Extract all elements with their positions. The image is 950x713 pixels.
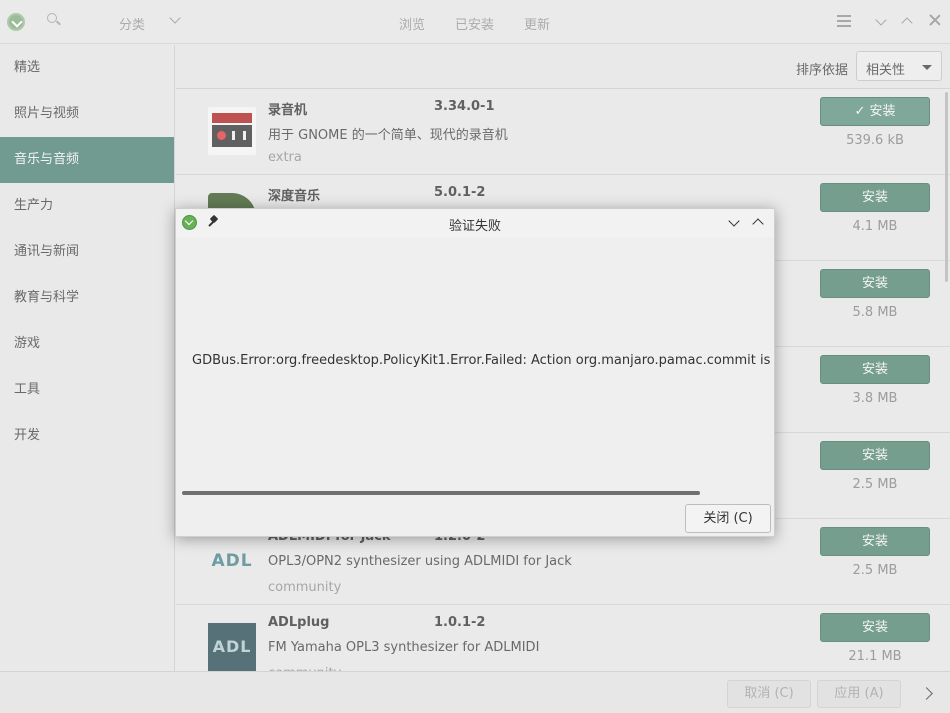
error-message: GDBus.Error:org.freedesktop.PolicyKit1.E…	[192, 353, 775, 368]
minimize-icon[interactable]	[727, 216, 741, 230]
close-button[interactable]: 关闭 (C)	[685, 504, 771, 533]
horizontal-scrollbar[interactable]	[182, 491, 700, 495]
auth-failed-dialog: 验证失败 GDBus.Error:org.freedesktop.PolicyK…	[175, 208, 775, 537]
dialog-title: 验证失败	[448, 219, 501, 234]
dialog-titlebar[interactable]: 验证失败	[176, 209, 774, 237]
maximize-icon[interactable]	[751, 215, 765, 229]
